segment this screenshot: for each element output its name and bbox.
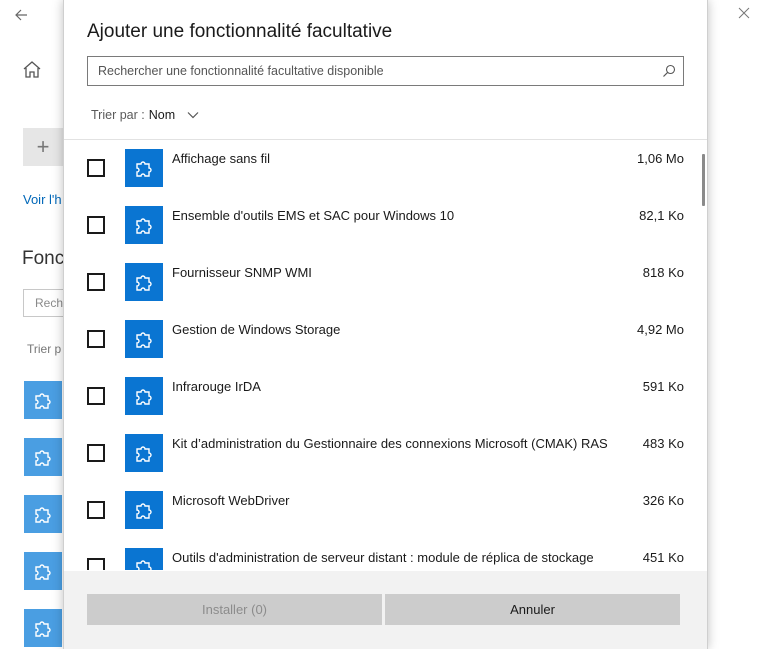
install-button[interactable]: Installer (0) — [87, 594, 382, 625]
puzzle-piece-icon — [125, 491, 163, 529]
list-item[interactable]: Outils d'administration de serveur dista… — [64, 539, 707, 570]
dialog-footer: Installer (0) Annuler — [64, 571, 707, 649]
add-optional-feature-dialog: Ajouter une fonctionnalité facultative T… — [63, 0, 708, 649]
item-checkbox[interactable] — [87, 558, 105, 570]
item-checkbox[interactable] — [87, 444, 105, 462]
search-input[interactable] — [89, 58, 658, 84]
sort-dropdown[interactable]: Trier par : Nom — [91, 108, 199, 122]
sort-label: Trier par : — [91, 108, 145, 122]
back-arrow-icon[interactable] — [14, 8, 28, 26]
puzzle-piece-icon — [24, 609, 62, 647]
item-checkbox[interactable] — [87, 330, 105, 348]
item-name: Fournisseur SNMP WMI — [172, 265, 312, 280]
item-name: Gestion de Windows Storage — [172, 322, 341, 337]
background-sort-label[interactable]: Trier p — [27, 342, 61, 356]
puzzle-piece-icon — [24, 495, 62, 533]
puzzle-piece-icon — [125, 149, 163, 187]
item-name: Affichage sans fil — [172, 151, 271, 166]
puzzle-piece-icon — [24, 438, 62, 476]
puzzle-piece-icon — [125, 548, 163, 570]
item-checkbox[interactable] — [87, 159, 105, 177]
puzzle-piece-icon — [125, 377, 163, 415]
item-size: 818 Ko — [642, 265, 684, 280]
item-size: 82,1 Ko — [639, 208, 684, 223]
puzzle-piece-icon — [125, 263, 163, 301]
dialog-title: Ajouter une fonctionnalité facultative — [87, 21, 393, 42]
cancel-button[interactable]: Annuler — [385, 594, 680, 625]
item-name: Outils d'administration de serveur dista… — [172, 550, 594, 565]
item-size: 326 Ko — [642, 493, 684, 508]
item-size: 4,92 Mo — [637, 322, 684, 337]
scrollbar[interactable] — [702, 154, 705, 206]
item-size: 591 Ko — [642, 379, 684, 394]
item-size: 451 Ko — [642, 550, 684, 565]
item-name: Kit d’administration du Gestionnaire des… — [172, 436, 608, 451]
list-item[interactable]: Affichage sans fil 1,06 Mo — [64, 140, 707, 197]
puzzle-piece-icon — [125, 434, 163, 472]
list-item[interactable]: Microsoft WebDriver 326 Ko — [64, 482, 707, 539]
item-name: Microsoft WebDriver — [172, 493, 290, 508]
item-checkbox[interactable] — [87, 273, 105, 291]
item-size: 1,06 Mo — [637, 151, 684, 166]
item-checkbox[interactable] — [87, 216, 105, 234]
list-item[interactable]: Infrarouge IrDA 591 Ko — [64, 368, 707, 425]
add-feature-button[interactable]: + — [23, 128, 63, 166]
close-icon[interactable] — [738, 6, 750, 22]
list-item[interactable]: Kit d’administration du Gestionnaire des… — [64, 425, 707, 482]
item-checkbox[interactable] — [87, 387, 105, 405]
search-icon[interactable] — [662, 64, 676, 83]
sort-value: Nom — [148, 108, 176, 122]
feature-list[interactable]: Affichage sans fil 1,06 Mo Ensemble d'ou… — [64, 140, 707, 570]
item-checkbox[interactable] — [87, 501, 105, 519]
item-name: Infrarouge IrDA — [172, 379, 261, 394]
list-item[interactable]: Fournisseur SNMP WMI 818 Ko — [64, 254, 707, 311]
puzzle-piece-icon — [125, 320, 163, 358]
list-item[interactable]: Ensemble d'outils EMS et SAC pour Window… — [64, 197, 707, 254]
background-search-input[interactable]: Rech — [23, 289, 68, 317]
item-size: 483 Ko — [642, 436, 684, 451]
plus-icon: + — [36, 134, 50, 159]
home-icon[interactable] — [22, 60, 42, 85]
item-name: Ensemble d'outils EMS et SAC pour Window… — [172, 208, 455, 223]
history-link[interactable]: Voir l'h — [23, 192, 62, 207]
chevron-down-icon — [187, 108, 199, 122]
section-heading: Fonc — [22, 248, 65, 269]
puzzle-piece-icon — [24, 552, 62, 590]
list-item[interactable]: Gestion de Windows Storage 4,92 Mo — [64, 311, 707, 368]
puzzle-piece-icon — [125, 206, 163, 244]
puzzle-piece-icon — [24, 381, 62, 419]
search-box[interactable] — [87, 56, 684, 86]
